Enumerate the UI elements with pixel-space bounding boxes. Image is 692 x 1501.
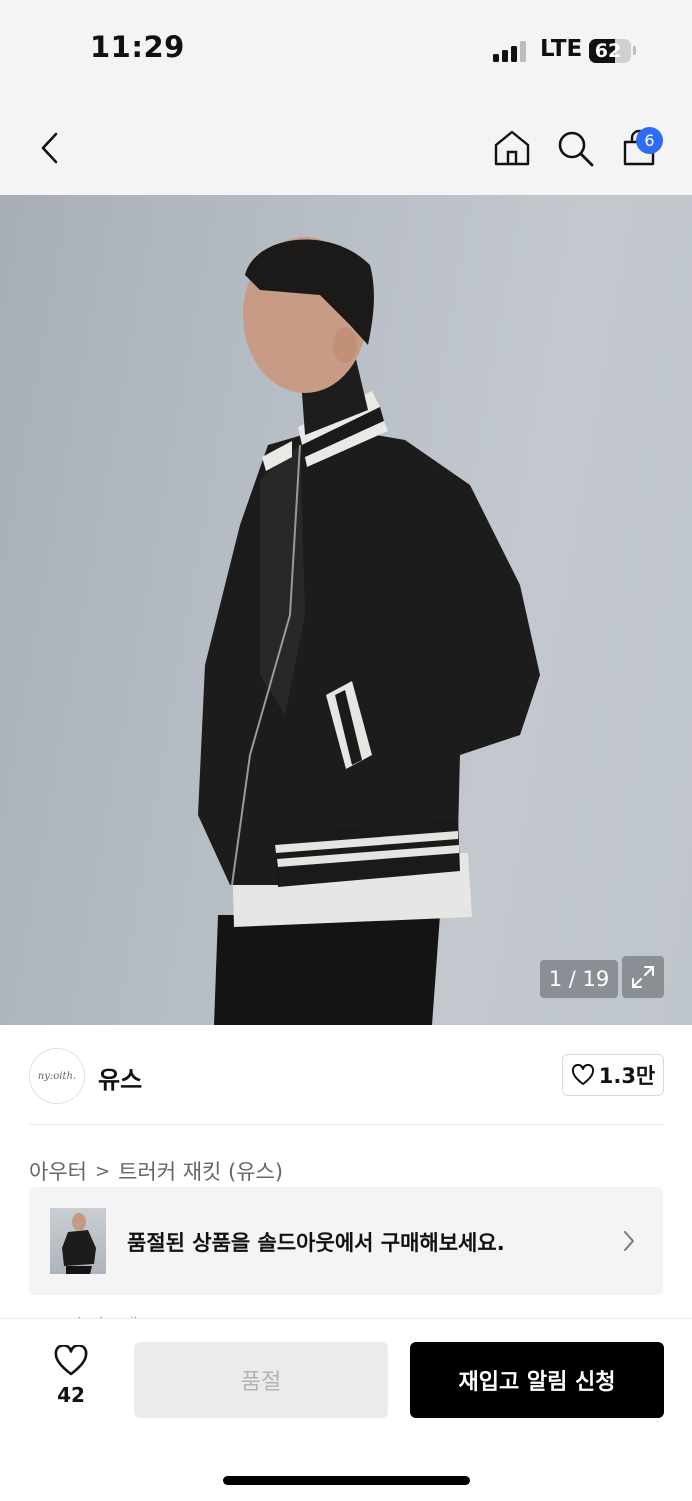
wishlist-button[interactable]: 42 bbox=[44, 1344, 98, 1407]
status-time: 11:29 bbox=[90, 30, 185, 64]
heart-icon bbox=[571, 1064, 594, 1085]
wishlist-count: 42 bbox=[57, 1383, 85, 1407]
cart-count-badge: 6 bbox=[636, 127, 663, 154]
expand-icon bbox=[632, 966, 654, 988]
brand-like-count: 1.3만 bbox=[598, 1064, 656, 1088]
image-counter: 1 / 19 bbox=[540, 960, 618, 998]
brand-like-button[interactable]: 1.3만 bbox=[562, 1054, 664, 1096]
brand-logo[interactable]: ny:oith. bbox=[29, 1048, 85, 1104]
home-button[interactable] bbox=[490, 126, 534, 170]
battery-cap bbox=[633, 46, 636, 55]
top-nav-bar bbox=[0, 100, 692, 195]
brand-name[interactable]: 유스 bbox=[98, 1060, 142, 1095]
breadcrumb-category[interactable]: 아우터 bbox=[29, 1156, 87, 1186]
home-indicator bbox=[223, 1476, 470, 1485]
soldout-thumbnail bbox=[50, 1208, 106, 1274]
product-image[interactable] bbox=[0, 195, 692, 1025]
signal-icon bbox=[493, 40, 527, 62]
breadcrumb: 아우터 > 트러커 재킷 (유스) bbox=[29, 1156, 283, 1186]
soldout-banner-text: 품절된 상품을 솔드아웃에서 구매해보세요. bbox=[127, 1231, 505, 1255]
breadcrumb-product: 트러커 재킷 (유스) bbox=[118, 1160, 284, 1184]
chevron-right-icon bbox=[624, 1231, 634, 1251]
restock-alert-button[interactable]: 재입고 알림 신청 bbox=[410, 1342, 664, 1418]
battery-icon: 62 bbox=[589, 39, 631, 63]
home-icon bbox=[494, 130, 530, 166]
back-button[interactable] bbox=[28, 126, 72, 170]
soldout-banner[interactable]: 품절된 상품을 솔드아웃에서 구매해보세요. bbox=[29, 1187, 663, 1295]
search-button[interactable] bbox=[553, 126, 597, 170]
battery-level: 62 bbox=[594, 40, 622, 62]
soldout-button[interactable]: 품절 bbox=[134, 1342, 388, 1418]
breadcrumb-separator: > bbox=[94, 1160, 111, 1182]
section-divider bbox=[29, 1124, 663, 1125]
product-photo bbox=[198, 237, 540, 1025]
network-type: LTE bbox=[540, 36, 583, 62]
brand-logo-text: ny:oith. bbox=[37, 1070, 77, 1082]
expand-image-button[interactable] bbox=[622, 956, 664, 998]
heart-icon bbox=[54, 1344, 88, 1376]
chevron-left-icon bbox=[41, 132, 58, 164]
search-icon bbox=[558, 131, 594, 167]
status-bar: 11:29 LTE 62 bbox=[0, 0, 692, 100]
